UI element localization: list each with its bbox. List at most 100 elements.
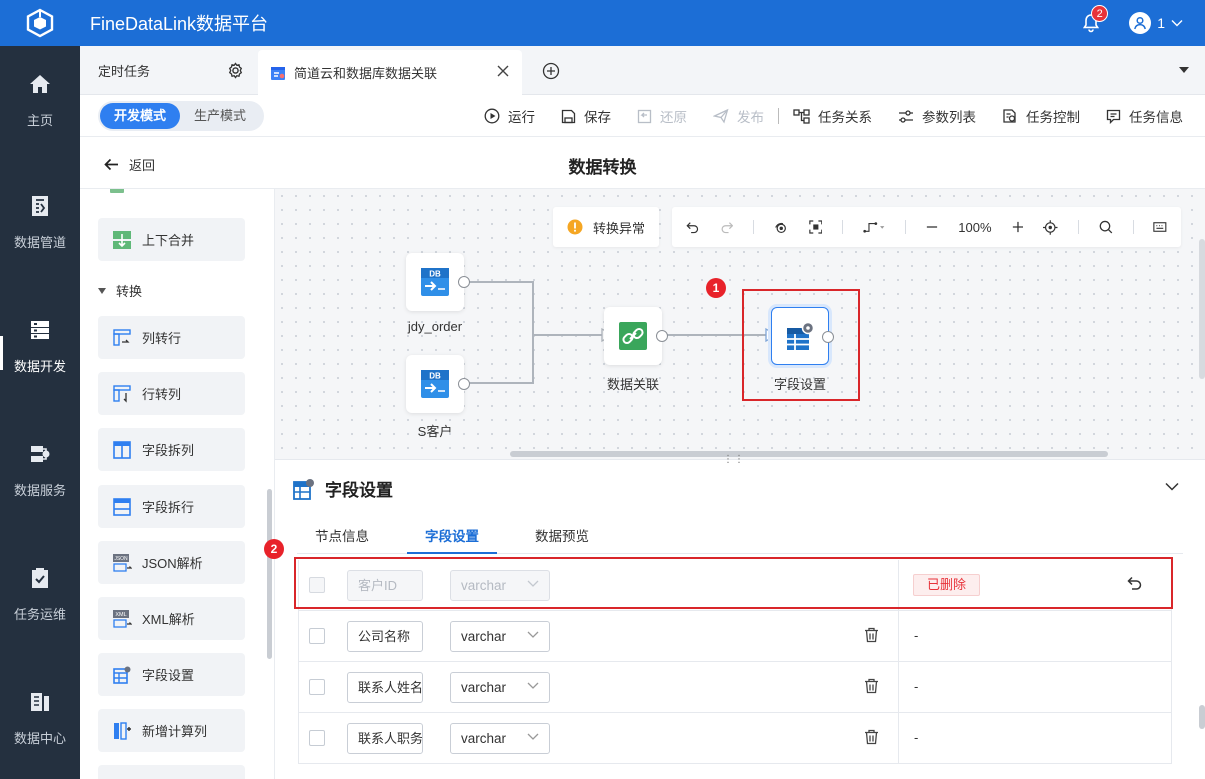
operator-label: JSON解析 xyxy=(142,556,203,571)
operator-label: 字段设置 xyxy=(142,668,195,683)
canvas-vertical-scrollbar[interactable] xyxy=(1199,239,1205,379)
panel-title: 字段设置 xyxy=(293,476,393,501)
publish-button[interactable]: 发布 xyxy=(713,106,764,126)
operator-xml-parse[interactable]: XML XML解析 xyxy=(98,597,245,640)
trash-icon[interactable] xyxy=(864,627,879,643)
field-type-select[interactable]: varchar xyxy=(450,723,550,754)
link-icon xyxy=(619,322,647,350)
nav-item-ops[interactable]: 任务运维 xyxy=(0,544,80,644)
operator-row-to-column[interactable]: 行转列 xyxy=(98,372,245,415)
operator-calc-column[interactable]: 新增计算列 xyxy=(98,709,245,752)
nav-item-pipeline[interactable]: 数据管道 xyxy=(0,172,80,272)
operator-split-column[interactable]: 字段拆列 xyxy=(98,428,245,471)
node-label: S客户 xyxy=(417,424,453,439)
chevron-down-icon xyxy=(527,631,539,638)
field-name-input[interactable]: 联系人姓名 xyxy=(347,672,423,703)
trash-icon[interactable] xyxy=(864,678,879,694)
operator-column-to-row[interactable]: 列转行 xyxy=(98,316,245,359)
tab-data-association[interactable]: 简道云和数据库数据关联 xyxy=(258,50,522,95)
tab-node-info[interactable]: 节点信息 xyxy=(297,516,387,554)
group-label: 转换 xyxy=(116,284,143,299)
gear-icon[interactable] xyxy=(227,62,244,79)
node-label: 数据关联 xyxy=(606,377,659,392)
restore-button[interactable]: 还原 xyxy=(637,106,687,126)
prod-mode-button[interactable]: 生产模式 xyxy=(180,103,260,129)
operator-merge-vertical[interactable]: 上下合并 xyxy=(98,218,245,261)
run-button[interactable]: 运行 xyxy=(484,106,535,126)
restore-icon xyxy=(637,109,652,123)
flow-canvas[interactable]: 转换异常 100% DB jdy_order DB S客户 数据关联 字段设置 … xyxy=(275,189,1205,459)
top-bar: FineDataLink数据平台 2 1 xyxy=(0,0,1205,46)
svg-text:DB: DB xyxy=(429,372,441,381)
trash-icon[interactable] xyxy=(864,729,879,745)
field-name-input[interactable]: 公司名称 xyxy=(347,621,423,652)
operator-field-settings[interactable]: 字段设置 xyxy=(98,653,245,696)
task-info-button[interactable]: 任务信息 xyxy=(1106,106,1183,126)
tab-scheduled-task[interactable]: 定时任务 xyxy=(80,46,258,95)
operator-json-parse[interactable]: JSON JSON解析 xyxy=(98,541,245,584)
node-label: jdy_order xyxy=(407,319,463,334)
nav-label: 数据服务 xyxy=(13,482,66,498)
group-transform[interactable]: 转换 xyxy=(98,281,142,300)
output-port[interactable] xyxy=(458,276,470,288)
database-source-icon: DB xyxy=(421,268,449,296)
table-row: 公司名称 varchar - xyxy=(298,611,1172,662)
save-button[interactable]: 保存 xyxy=(561,106,611,126)
row-checkbox[interactable] xyxy=(309,628,325,644)
chevron-down-icon[interactable] xyxy=(1165,482,1179,491)
user-name: 1 xyxy=(1157,15,1165,31)
task-relation-button[interactable]: 任务关系 xyxy=(793,106,872,126)
pipeline-icon xyxy=(32,195,48,216)
tab-label: 定时任务 xyxy=(98,64,151,79)
resize-handle[interactable]: ⋮⋮ xyxy=(723,454,745,465)
status-text: - xyxy=(914,730,919,745)
operator-label: 列转行 xyxy=(142,331,182,346)
nav-item-dev[interactable]: 数据开发 xyxy=(0,296,80,396)
add-tab-icon[interactable] xyxy=(542,62,560,80)
tool-label: 还原 xyxy=(660,110,687,125)
operator-split-row[interactable]: 字段拆行 xyxy=(98,485,245,528)
nav-item-home[interactable]: 主页 xyxy=(0,50,80,150)
row-checkbox[interactable] xyxy=(309,730,325,746)
row-checkbox[interactable] xyxy=(309,679,325,695)
field-type-select[interactable]: varchar xyxy=(450,621,550,652)
canvas-horizontal-scrollbar[interactable] xyxy=(510,451,1108,457)
home-icon xyxy=(30,74,50,93)
toolbar: 开发模式 生产模式 运行 保存 还原 发布 任务关系 参数列表 任务控制 任务信… xyxy=(80,95,1205,137)
panel-scrollbar[interactable] xyxy=(1199,705,1205,729)
dev-mode-button[interactable]: 开发模式 xyxy=(100,103,181,129)
close-icon[interactable] xyxy=(496,64,510,78)
marker-1: 1 xyxy=(706,278,726,298)
output-port[interactable] xyxy=(656,330,668,342)
column-to-row-icon xyxy=(113,328,131,346)
param-list-button[interactable]: 参数列表 xyxy=(898,106,976,126)
nav-label: 任务运维 xyxy=(13,606,66,622)
nav-item-center[interactable]: 数据中心 xyxy=(0,668,80,768)
operator-next-partial[interactable] xyxy=(98,765,245,779)
field-type-select[interactable]: varchar xyxy=(450,672,550,703)
tab-data-preview[interactable]: 数据预览 xyxy=(517,516,607,554)
svg-text:DB: DB xyxy=(429,270,441,279)
output-port[interactable] xyxy=(458,378,470,390)
task-icon xyxy=(271,66,285,80)
field-name-input[interactable]: 联系人职务 xyxy=(347,723,423,754)
node-data-association[interactable]: 数据关联 xyxy=(593,307,673,393)
logo-icon[interactable] xyxy=(0,0,80,46)
dev-icon xyxy=(31,320,49,339)
tab-menu-caret-icon[interactable] xyxy=(1179,67,1189,73)
nav-item-service[interactable]: 数据服务 xyxy=(0,420,80,520)
mode-switch: 开发模式 生产模式 xyxy=(98,101,264,131)
notification-bell-icon[interactable]: 2 xyxy=(1081,5,1109,33)
split-column-icon xyxy=(113,440,131,459)
user-menu[interactable]: 1 xyxy=(1129,12,1183,34)
app-title: FineDataLink数据平台 xyxy=(90,14,269,34)
task-control-button[interactable]: 任务控制 xyxy=(1002,106,1080,126)
operator-scrollbar[interactable] xyxy=(267,489,272,659)
tab-field-settings[interactable]: 字段设置 xyxy=(407,516,497,554)
tool-label: 发布 xyxy=(737,110,764,125)
center-icon xyxy=(31,692,49,711)
relation-icon xyxy=(793,108,810,124)
node-s-customer[interactable]: DB S客户 xyxy=(403,355,470,440)
avatar-icon xyxy=(1129,12,1152,34)
node-jdy-order[interactable]: DB jdy_order xyxy=(403,253,470,334)
